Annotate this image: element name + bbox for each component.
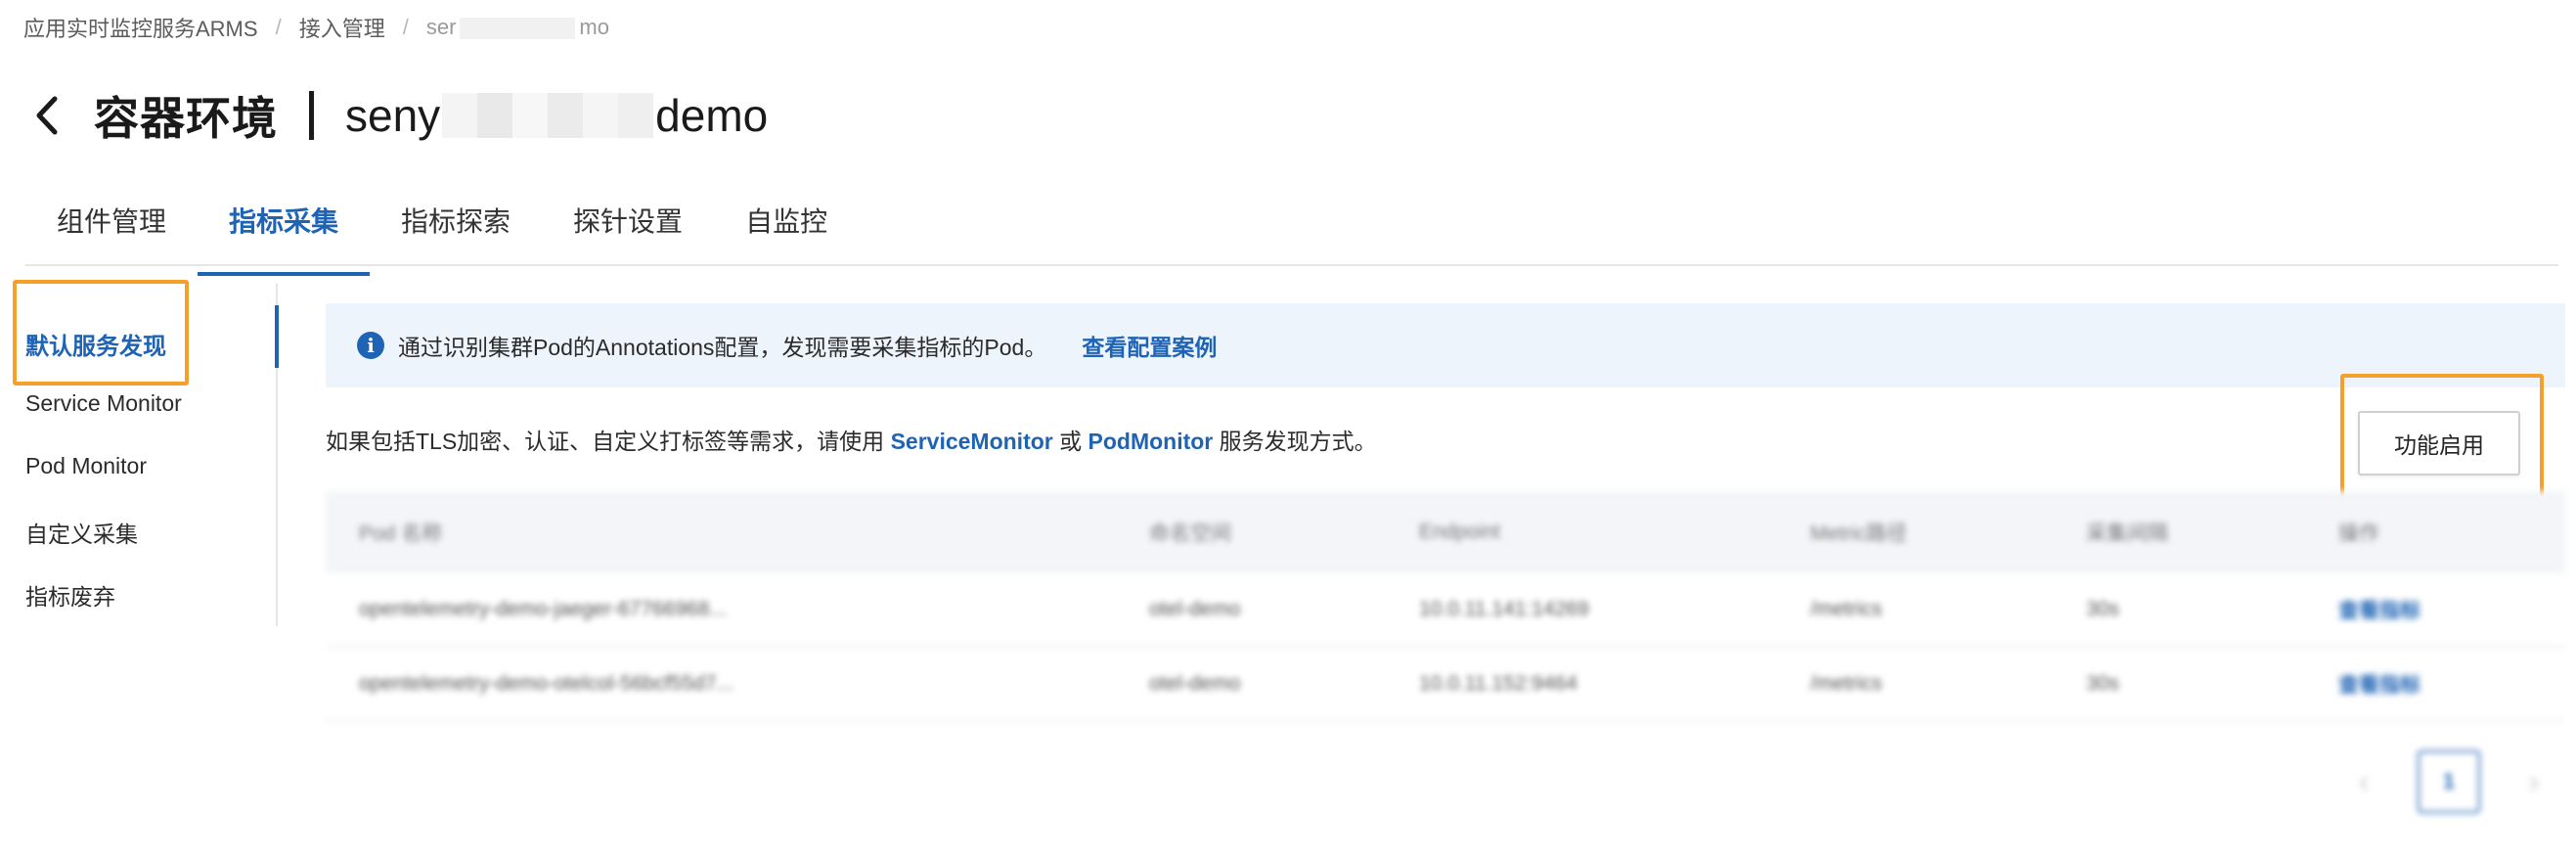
instance-name-prefix: seny	[345, 90, 441, 141]
table-header: Pod 名称 命名空间 Endpoint Metric路径 采集间隔 操作	[326, 491, 2565, 573]
info-icon: i	[357, 332, 384, 359]
tab-component-management[interactable]: 组件管理	[25, 192, 198, 264]
view-config-example-link[interactable]: 查看配置案例	[1082, 329, 1217, 362]
sidenav-item-metric-deprecation[interactable]: 指标废弃	[25, 578, 115, 612]
column-header: Pod 名称	[359, 522, 443, 545]
page-number-current[interactable]: 1	[2418, 750, 2480, 813]
table-row: opentelemetry-demo-otelcol-56bcf55d7... …	[326, 648, 2565, 722]
chevron-right-icon[interactable]: ›	[2509, 763, 2558, 801]
page-title: 容器环境	[94, 93, 278, 144]
metric-path-cell: /metrics	[1810, 598, 1883, 620]
sidenav-item-pod-monitor[interactable]: Pod Monitor	[25, 453, 147, 479]
view-metrics-link[interactable]: 查看指标	[2338, 669, 2421, 699]
breadcrumb-current: ser mo	[426, 15, 609, 40]
tab-metric-collection[interactable]: 指标采集	[198, 192, 371, 276]
breadcrumb: 应用实时监控服务ARMS / 接入管理 / ser mo	[23, 10, 609, 45]
title-divider	[309, 91, 314, 140]
instance-name-suffix: demo	[655, 90, 769, 141]
sidenav-item-custom-collection[interactable]: 自定义采集	[25, 516, 138, 549]
page-header: 容器环境 seny demo	[33, 80, 768, 151]
instance-name: seny demo	[345, 89, 768, 142]
pod-name-cell: opentelemetry-demo-otelcol-56bcf55d7...	[359, 672, 733, 695]
column-header: Metric路径	[1810, 522, 1908, 545]
breadcrumb-separator: /	[275, 15, 282, 39]
enable-feature-button[interactable]: 功能启用	[2358, 411, 2520, 476]
endpoint-cell: 10.0.11.141:14269	[1419, 598, 1589, 620]
pod-monitor-link[interactable]: PodMonitor	[1088, 429, 1214, 454]
table-row: opentelemetry-demo-jaeger-67766968... ot…	[326, 573, 2565, 648]
alert-text: 通过识别集群Pod的Annotations配置，发现需要采集指标的Pod。	[398, 335, 1047, 360]
breadcrumb-item-access[interactable]: 接入管理	[299, 12, 385, 43]
view-metrics-link[interactable]: 查看指标	[2338, 595, 2421, 624]
sidenav-item-default-discovery[interactable]: 默认服务发现	[25, 327, 166, 361]
namespace-cell: otel-demo	[1149, 598, 1241, 620]
pod-name-cell: opentelemetry-demo-jaeger-67766968...	[359, 598, 727, 620]
column-header: 采集间隔	[2086, 522, 2168, 545]
chevron-left-icon[interactable]: ‹	[2339, 763, 2388, 801]
interval-cell: 30s	[2086, 672, 2119, 695]
service-monitor-link[interactable]: ServiceMonitor	[891, 429, 1053, 454]
namespace-cell: otel-demo	[1149, 672, 1241, 695]
tab-self-monitoring[interactable]: 自监控	[714, 192, 859, 264]
notice-text-after: 服务发现方式。	[1213, 429, 1377, 454]
tab-probe-settings[interactable]: 探针设置	[542, 192, 714, 264]
column-header: 操作	[2338, 522, 2379, 545]
pagination: ‹ 1 ›	[2339, 749, 2558, 814]
pod-table: Pod 名称 命名空间 Endpoint Metric路径 采集间隔 操作 op…	[326, 491, 2565, 722]
column-header: 命名空间	[1149, 522, 1231, 545]
chevron-left-icon	[36, 96, 58, 135]
breadcrumb-separator: /	[402, 15, 409, 39]
side-nav-active-indicator	[275, 305, 279, 368]
discovery-notice: 如果包括TLS加密、认证、自定义打标签等需求，请使用 ServiceMonito…	[326, 423, 1377, 456]
breadcrumb-current-prefix: ser	[425, 15, 457, 39]
redacted-mask	[460, 18, 576, 40]
breadcrumb-current-suffix: mo	[579, 15, 609, 39]
notice-text-middle: 或	[1052, 429, 1088, 454]
notice-text-before: 如果包括TLS加密、认证、自定义打标签等需求，请使用	[326, 429, 891, 454]
tab-bar: 组件管理 指标采集 指标探索 探针设置 自监控	[25, 192, 2558, 276]
column-header: Endpoint	[1419, 521, 1500, 543]
breadcrumb-item-arms[interactable]: 应用实时监控服务ARMS	[23, 12, 258, 43]
back-button[interactable]	[33, 93, 68, 138]
endpoint-cell: 10.0.11.152:9464	[1419, 672, 1577, 695]
sidenav-item-service-monitor[interactable]: Service Monitor	[25, 390, 182, 417]
interval-cell: 30s	[2086, 598, 2119, 620]
info-alert: i 通过识别集群Pod的Annotations配置，发现需要采集指标的Pod。 …	[326, 303, 2565, 387]
metric-path-cell: /metrics	[1810, 672, 1883, 695]
redacted-mask	[442, 93, 654, 138]
tab-metric-explore[interactable]: 指标探索	[370, 192, 542, 264]
